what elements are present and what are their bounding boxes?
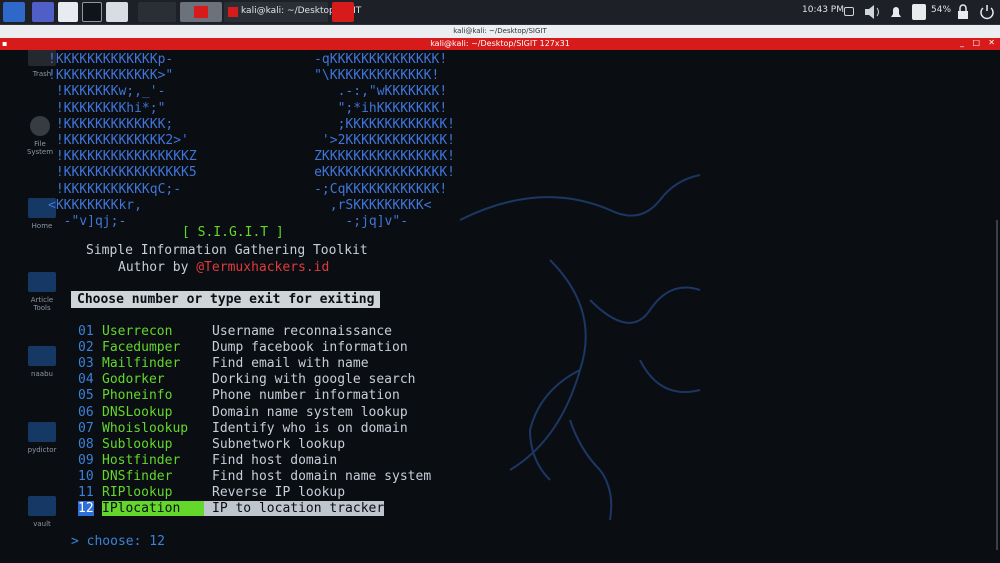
menu-item-description: Domain name system lookup	[212, 404, 408, 420]
file-manager-icon[interactable]	[58, 2, 78, 22]
menu-item-name: Hostfinder	[102, 452, 181, 468]
battery-icon[interactable]	[912, 4, 926, 20]
terminal-area[interactable]: Trash File System Home Article Tools naa…	[0, 50, 1000, 563]
window-title: kali@kali: ~/Desktop/SIGIT 127x31	[430, 39, 570, 48]
menu-item-name: Godorker	[102, 372, 165, 388]
kali-menu-icon[interactable]	[3, 2, 25, 22]
menu-item-mailfinder[interactable]: 03 Mailfinder Find email with name	[0, 356, 420, 371]
menu-item-number: 10	[78, 468, 94, 484]
task-red-button[interactable]	[332, 2, 354, 22]
menu-item-number: 04	[78, 372, 94, 388]
menu-item-name: RIPlookup	[102, 485, 173, 500]
ascii-art-line: !KKKKKKKKKKKKKKKK5 eKKKKKKKKKKKKKKKK!	[48, 165, 455, 181]
menu-item-iplocation[interactable]: 12 IPlocation IP to location tracker	[0, 501, 420, 517]
menu-item-godorker[interactable]: 04 Godorker Dorking with google search	[0, 372, 420, 387]
menu-item-sublookup[interactable]: 08 Sublookup Subnetwork lookup	[0, 437, 420, 452]
power-icon[interactable]	[978, 2, 996, 22]
ascii-art-line: !KKKKKKKKKKKKKp- -qKKKKKKKKKKKKKK!	[48, 52, 448, 67]
menu-item-number: 08	[78, 436, 94, 452]
author-label: Author by	[118, 260, 189, 275]
prompt-header: Choose number or type exit for exiting	[71, 291, 381, 308]
ascii-art-line: !KKKKKKKKKKKKK; ;KKKKKKKKKKKKK!	[48, 116, 455, 132]
menu-item-name: IPlocation	[102, 501, 204, 517]
minimize-icon[interactable]: _	[960, 38, 964, 47]
input-value[interactable]: 12	[149, 534, 165, 549]
maximize-icon[interactable]: □	[972, 38, 980, 47]
terminal-scrollbar[interactable]	[996, 220, 998, 550]
ascii-art-line: !KKKKKKKKhi*;" ";*ihKKKKKKKK!	[48, 100, 448, 116]
ascii-art-line: !KKKKKKKKKKKKKKKKZ ZKKKKKKKKKKKKKKKK!	[48, 149, 455, 165]
show-desktop-icon[interactable]	[32, 2, 54, 22]
menu-item-name: Sublookup	[102, 436, 173, 452]
menu-item-userrecon[interactable]: 01 Userrecon Username reconnaissance	[0, 324, 420, 339]
menu-item-number: 09	[78, 452, 94, 468]
window-tab-title: kali@kali: ~/Desktop/SIGIT	[453, 27, 547, 35]
desktop-icon-article-tools[interactable]: Article Tools	[22, 272, 62, 312]
menu-item-description: Identify who is on domain	[212, 420, 408, 436]
input-prompt: > choose:	[71, 534, 142, 549]
browser-icon[interactable]	[106, 2, 128, 22]
menu-item-description: Reverse IP lookup	[212, 485, 346, 500]
desktop-icon-label: vault	[33, 520, 51, 528]
menu-item-name: Whoislookup	[102, 420, 189, 436]
window-tab-bar: kali@kali: ~/Desktop/SIGIT	[0, 25, 1000, 38]
ascii-art-line: !KKKKKKKKKKKKK>" "\KKKKKKKKKKKKK!	[48, 68, 440, 84]
menu-item-phoneinfo[interactable]: 05 Phoneinfo Phone number information	[0, 388, 420, 403]
menu-item-name: Userrecon	[102, 324, 173, 339]
author-handle: @Termuxhackers.id	[196, 260, 330, 275]
menu-item-dnsfinder[interactable]: 10 DNSfinder Find host domain name system	[0, 468, 431, 484]
menu-item-description: Find email with name	[212, 356, 369, 372]
close-icon[interactable]: ✕	[988, 38, 995, 47]
menu-item-description: Dorking with google search	[212, 372, 416, 388]
window-icon[interactable]	[844, 7, 854, 16]
volume-icon[interactable]	[862, 2, 884, 22]
menu-item-name: Mailfinder	[102, 356, 181, 372]
ascii-art-line: !KKKKKKKw;,_'- .-:,"wKKKKKKK!	[48, 84, 448, 100]
menu-item-hostfinder[interactable]: 09 Hostfinder Find host domain	[0, 453, 420, 468]
input-line[interactable]: > choose: 12	[71, 534, 165, 549]
menu-item-name: Facedumper	[102, 340, 181, 356]
battery-percent: 54%	[931, 5, 952, 15]
ascii-art-line: <KKKKKKKKkr, ,rSKKKKKKKKK<	[48, 197, 432, 213]
menu-item-description: Phone number information	[212, 388, 400, 404]
menu-item-number: 11	[78, 485, 94, 500]
menu-item-number: 12	[78, 501, 94, 517]
terminal-task-icon	[228, 7, 238, 17]
terminal-icon[interactable]	[82, 2, 102, 22]
menu-item-riplookup[interactable]: 11 RIPlookup Reverse IP lookup	[0, 485, 420, 500]
menu-item-number: 05	[78, 388, 94, 404]
menu-item-number: 01	[78, 324, 94, 339]
menu-item-name: DNSfinder	[102, 468, 173, 484]
menu-item-dnslookup[interactable]: 06 DNSLookup Domain name system lookup	[0, 405, 420, 420]
ascii-art-line: !KKKKKKKKKKKqC;- -;CqKKKKKKKKKKKK!	[48, 181, 448, 197]
lock-icon[interactable]	[956, 2, 970, 22]
menu-item-whoislookup[interactable]: 07 Whoislookup Identify who is on domain	[0, 421, 420, 436]
menu-item-number: 02	[78, 340, 94, 356]
taskbar: kali@kali: ~/Desktop/SIGIT 10:43 PM 54%	[0, 0, 1000, 25]
desktop-icon-label: Article Tools	[30, 296, 54, 312]
menu-item-description: Find host domain name system	[212, 468, 432, 484]
menu-item-number: 03	[78, 356, 94, 372]
workspace-1-button[interactable]	[138, 2, 176, 22]
menu-item-description: Subnetwork lookup	[212, 436, 346, 452]
menu-item-number: 07	[78, 420, 94, 436]
menu-item-number: 06	[78, 404, 94, 420]
menu-item-name: DNSLookup	[102, 404, 173, 420]
tool-subtitle: Simple Information Gathering Toolkit	[86, 243, 368, 258]
menu-item-facedumper[interactable]: 02 Facedumper Dump facebook information	[0, 340, 420, 355]
menu-item-description: IP to location tracker	[204, 501, 385, 517]
menu-item-description: Dump facebook information	[212, 340, 408, 356]
kali-dragon-wallpaper-icon	[459, 174, 701, 521]
ascii-art-line: !KKKKKKKKKKKKK2>' '>2KKKKKKKKKKKKK!	[48, 133, 455, 148]
workspace-2-button[interactable]	[180, 2, 222, 22]
notification-icon[interactable]	[888, 2, 904, 22]
window-titlebar[interactable]: ▪ kali@kali: ~/Desktop/SIGIT 127x31 _ □ …	[0, 38, 1000, 50]
tool-name: [ S.I.G.I.T ]	[182, 225, 284, 240]
menu-item-name: Phoneinfo	[102, 388, 173, 404]
task-terminal-button[interactable]: kali@kali: ~/Desktop/SIGIT	[224, 2, 361, 22]
clock[interactable]: 10:43 PM	[802, 5, 844, 15]
menu-item-description: Find host domain	[212, 452, 338, 468]
author-line: Author by @Termuxhackers.id	[118, 260, 329, 275]
menu-item-description: Username reconnaissance	[212, 324, 393, 339]
